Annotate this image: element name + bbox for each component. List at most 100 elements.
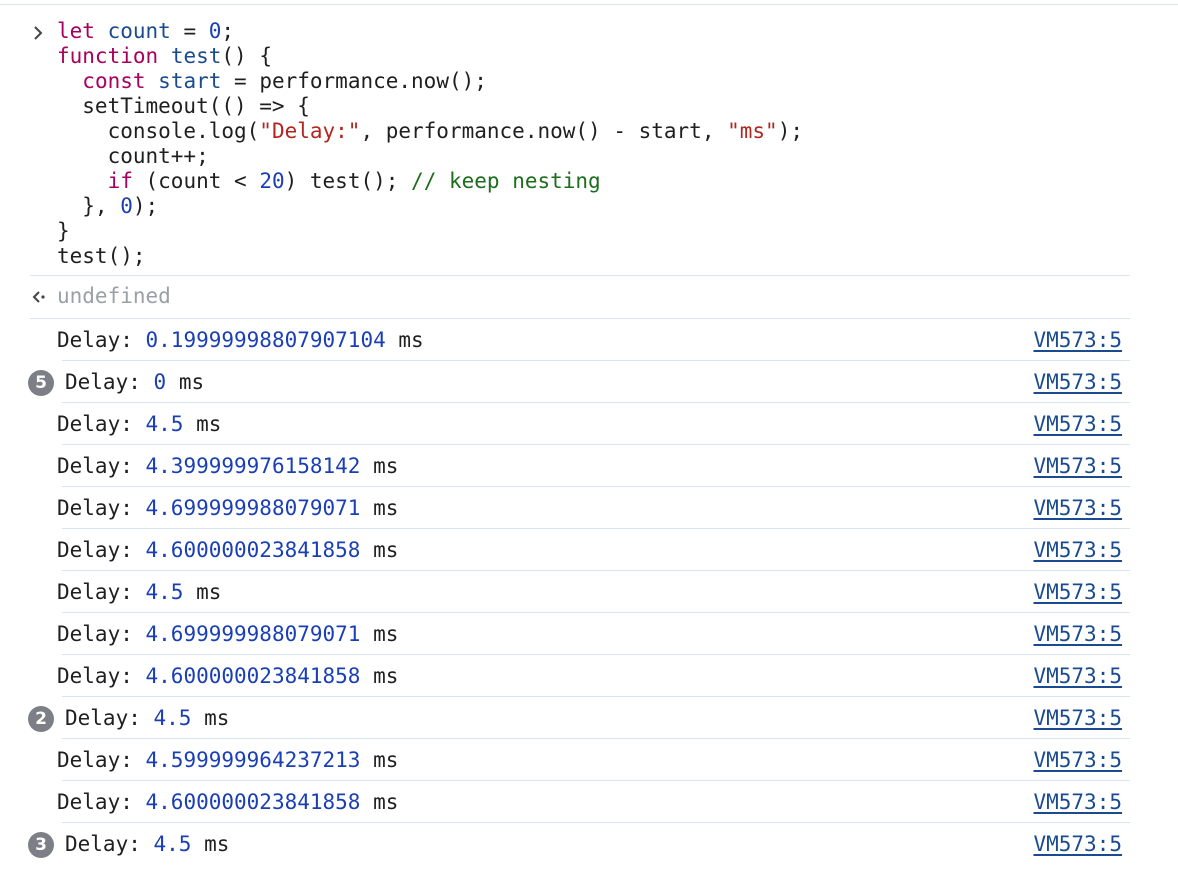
log-label: Delay: [65, 706, 141, 730]
log-value[interactable]: 4.699999988079071 [146, 496, 361, 520]
log-value[interactable]: 4.600000023841858 [146, 790, 361, 814]
log-value[interactable]: 4.5 [154, 832, 192, 856]
log-label: Delay: [65, 370, 141, 394]
log-value[interactable]: 4.5 [146, 580, 184, 604]
log-unit: ms [373, 496, 399, 520]
console-log-row: 5 Delay: 0 ms VM573:5 [0, 361, 1178, 403]
source-link[interactable]: VM573:5 [1033, 328, 1122, 352]
log-label: Delay: [57, 454, 133, 478]
log-unit: ms [373, 748, 399, 772]
console-log-row: Delay: 4.5 ms VM573:5 [0, 403, 1178, 445]
log-message: Delay: 4.399999976158142 ms [57, 454, 398, 478]
log-message: Delay: 4.600000023841858 ms [57, 790, 398, 814]
source-link[interactable]: VM573:5 [1033, 370, 1122, 394]
eval-result-value: undefined [57, 284, 171, 308]
console-log-row: Delay: 4.600000023841858 ms VM573:5 [0, 781, 1178, 823]
log-message: Delay: 4.5 ms [65, 706, 229, 730]
source-link[interactable]: VM573:5 [1033, 580, 1122, 604]
code-token: ; [221, 19, 235, 43]
source-link[interactable]: VM573:5 [1033, 454, 1122, 478]
log-value[interactable]: 4.699999988079071 [146, 622, 361, 646]
source-link[interactable]: VM573:5 [1033, 412, 1122, 436]
log-label: Delay: [57, 412, 133, 436]
console-log-row: Delay: 4.699999988079071 ms VM573:5 [0, 613, 1178, 655]
log-unit: ms [178, 370, 205, 394]
code-token: if [107, 169, 133, 193]
code-token: 0 [208, 19, 222, 43]
source-link[interactable]: VM573:5 [1033, 790, 1122, 814]
code-token: = [170, 19, 209, 43]
console-log-row: Delay: 4.600000023841858 ms VM573:5 [0, 655, 1178, 697]
log-message: Delay: 0.19999998807907104 ms [57, 328, 424, 352]
log-value[interactable]: 0 [154, 370, 167, 394]
console-log-row: Delay: 4.599999964237213 ms VM573:5 [0, 739, 1178, 781]
code-token: // keep nesting [411, 169, 601, 193]
code-token: } [57, 219, 70, 243]
console-log-row: 2 Delay: 4.5 ms VM573:5 [0, 697, 1178, 739]
log-unit: ms [373, 454, 399, 478]
panel-top-border [0, 4, 1178, 5]
code-token: (count < [132, 169, 260, 193]
log-label: Delay: [57, 790, 133, 814]
log-label: Delay: [57, 328, 133, 352]
log-message: Delay: 4.5 ms [57, 580, 221, 604]
log-label: Delay: [57, 538, 133, 562]
log-label: Delay: [57, 622, 133, 646]
log-message: Delay: 4.600000023841858 ms [57, 664, 398, 688]
log-unit: ms [196, 412, 222, 436]
code-token: test [170, 44, 222, 68]
code-snippet[interactable]: let count = 0; function test() { const s… [57, 19, 803, 269]
return-arrow-icon [32, 291, 45, 303]
log-unit: ms [373, 664, 399, 688]
repeat-count-badge: 2 [28, 706, 54, 732]
source-link[interactable]: VM573:5 [1033, 706, 1122, 730]
log-message: Delay: 0 ms [65, 370, 204, 394]
code-token: test(); [57, 244, 146, 268]
code-token: ); [132, 194, 159, 218]
log-message: Delay: 4.5 ms [57, 412, 221, 436]
code-token: setTimeout(() => { [57, 94, 310, 118]
log-value[interactable]: 4.5 [146, 412, 184, 436]
log-value[interactable]: 4.599999964237213 [146, 748, 361, 772]
log-message: Delay: 4.600000023841858 ms [57, 538, 398, 562]
repeat-count-badge: 5 [28, 370, 54, 396]
log-value[interactable]: 4.399999976158142 [146, 454, 361, 478]
code-token: console.log( [57, 119, 260, 143]
code-token: count [107, 19, 171, 43]
source-link[interactable]: VM573:5 [1033, 622, 1122, 646]
code-token: ) test(); [284, 169, 412, 193]
console-log-row: Delay: 4.5 ms VM573:5 [0, 571, 1178, 613]
code-token: const [82, 69, 146, 93]
source-link[interactable]: VM573:5 [1033, 538, 1122, 562]
console-log-row: Delay: 4.600000023841858 ms VM573:5 [0, 529, 1178, 571]
log-unit: ms [398, 328, 424, 352]
log-value[interactable]: 4.600000023841858 [146, 538, 361, 562]
log-value[interactable]: 4.600000023841858 [146, 664, 361, 688]
log-label: Delay: [57, 496, 133, 520]
log-unit: ms [204, 706, 230, 730]
code-token: function [57, 44, 159, 68]
log-message: Delay: 4.5 ms [65, 832, 229, 856]
source-link[interactable]: VM573:5 [1033, 496, 1122, 520]
log-value[interactable]: 4.5 [154, 706, 192, 730]
log-unit: ms [373, 790, 399, 814]
console-input-entry[interactable]: let count = 0; function test() { const s… [0, 19, 1178, 274]
log-unit: ms [373, 538, 399, 562]
log-unit: ms [204, 832, 230, 856]
source-link[interactable]: VM573:5 [1033, 664, 1122, 688]
log-label: Delay: [57, 580, 133, 604]
log-message: Delay: 4.599999964237213 ms [57, 748, 398, 772]
code-token: () { [221, 44, 272, 68]
console-log-row: Delay: 4.399999976158142 ms VM573:5 [0, 445, 1178, 487]
code-token: 20 [259, 169, 285, 193]
chevron-right-icon [34, 26, 43, 40]
log-value[interactable]: 0.19999998807907104 [146, 328, 386, 352]
source-link[interactable]: VM573:5 [1033, 832, 1122, 856]
source-link[interactable]: VM573:5 [1033, 748, 1122, 772]
code-token: "ms" [727, 119, 778, 143]
log-unit: ms [373, 622, 399, 646]
log-label: Delay: [57, 664, 133, 688]
